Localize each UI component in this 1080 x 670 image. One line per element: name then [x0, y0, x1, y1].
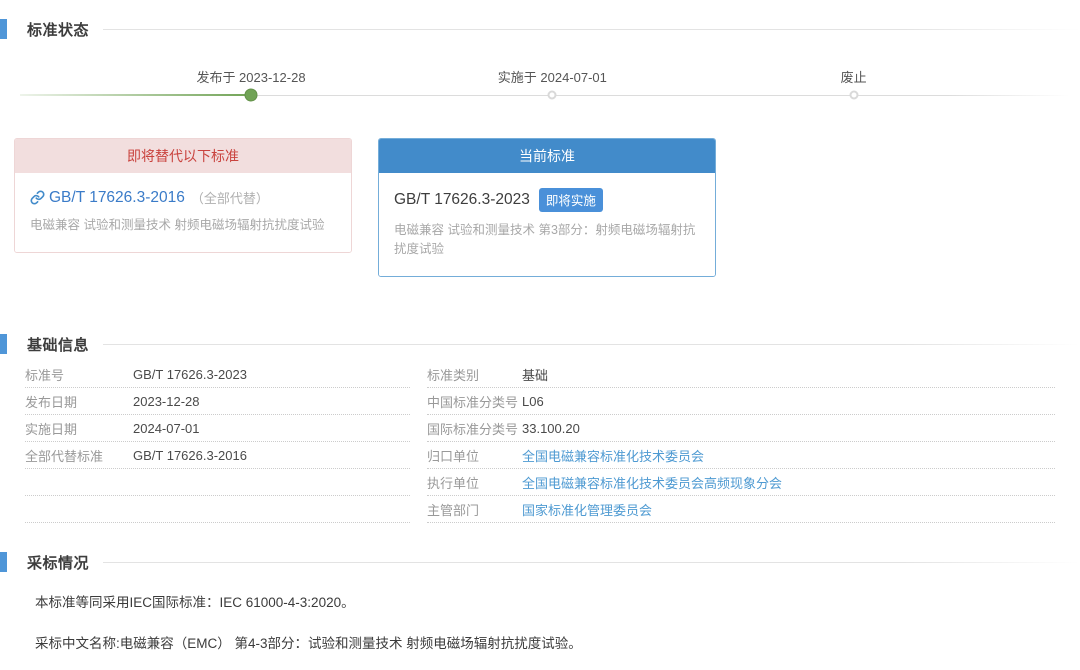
- info-label: 归口单位: [427, 446, 522, 465]
- info-row-empty: [25, 469, 410, 496]
- info-row: 标准号 GB/T 17626.3-2023: [25, 361, 410, 388]
- section-divider-line: [103, 344, 1080, 345]
- info-row: 中国标准分类号 L06: [427, 388, 1055, 415]
- info-value: 2024-07-01: [133, 421, 200, 436]
- basic-section-header: 基础信息: [0, 333, 1080, 355]
- section-divider-line: [103, 562, 1080, 563]
- section-divider-line: [103, 29, 1080, 30]
- info-row: 全部代替标准 GB/T 17626.3-2016: [25, 442, 410, 469]
- info-label: 全部代替标准: [25, 446, 133, 465]
- info-row: 国际标准分类号 33.100.20: [427, 415, 1055, 442]
- info-label: 主管部门: [427, 500, 522, 519]
- info-row: 标准类别 基础: [427, 361, 1055, 388]
- info-value: 33.100.20: [522, 421, 580, 436]
- info-label: 标准号: [25, 365, 133, 384]
- info-value: L06: [522, 394, 544, 409]
- timeline-dot-implemented: [548, 91, 557, 100]
- info-row: 实施日期 2024-07-01: [25, 415, 410, 442]
- adoption-statement: 本标准等同采用IEC国际标准：IEC 61000-4-3:2020。: [35, 591, 1080, 611]
- current-standard-name: 电磁兼容 试验和测量技术 第3部分：射频电磁场辐射抗扰度试验: [394, 221, 700, 259]
- info-value: 基础: [522, 365, 548, 384]
- current-standard-card: 当前标准 GB/T 17626.3-2023 即将实施 电磁兼容 试验和测量技术…: [378, 138, 716, 277]
- adoption-chinese-name: 采标中文名称:电磁兼容（EMC） 第4-3部分：试验和测量技术 射频电磁场辐射抗…: [35, 632, 1080, 652]
- current-standard-code: GB/T 17626.3-2023: [394, 191, 530, 209]
- info-value: GB/T 17626.3-2016: [133, 448, 247, 463]
- timeline-progress-segment: [20, 94, 251, 96]
- timeline-dot-published: [245, 89, 258, 102]
- timeline-track: [20, 94, 1070, 96]
- info-value: GB/T 17626.3-2023: [133, 367, 247, 382]
- org-link-executing-unit[interactable]: 全国电磁兼容标准化技术委员会高频现象分会: [522, 473, 782, 492]
- basic-info-right-column: 标准类别 基础 中国标准分类号 L06 国际标准分类号 33.100.20 归口…: [427, 361, 1055, 523]
- standard-status-timeline: 发布于 2023-12-28 实施于 2024-07-01 废止: [20, 64, 1070, 114]
- info-row: 发布日期 2023-12-28: [25, 388, 410, 415]
- timeline-remaining-segment: [251, 95, 1070, 97]
- timeline-label-abolished: 废止: [841, 67, 867, 86]
- replaced-card-body: GB/T 17626.3-2016 （全部代替） 电磁兼容 试验和测量技术 射频…: [15, 173, 351, 252]
- timeline-label-published: 发布于 2023-12-28: [196, 67, 305, 86]
- section-accent-bar: [0, 334, 7, 354]
- replace-note: （全部代替）: [191, 188, 269, 207]
- basic-info-left-column: 标准号 GB/T 17626.3-2023 发布日期 2023-12-28 实施…: [25, 361, 410, 523]
- status-badge: 即将实施: [539, 188, 603, 212]
- replaced-standard-card: 即将替代以下标准 GB/T 17626.3-2016 （全部代替） 电磁兼容 试…: [14, 138, 352, 253]
- org-link-supervising-department[interactable]: 国家标准化管理委员会: [522, 500, 652, 519]
- link-icon: [30, 190, 45, 205]
- current-card-body: GB/T 17626.3-2023 即将实施 电磁兼容 试验和测量技术 第3部分…: [379, 173, 715, 276]
- timeline-label-implemented: 实施于 2024-07-01: [498, 67, 607, 86]
- section-title-basic: 基础信息: [27, 334, 89, 355]
- info-row-empty: [25, 496, 410, 523]
- info-label: 执行单位: [427, 473, 522, 492]
- adoption-section-header: 采标情况: [0, 551, 1080, 573]
- info-row: 归口单位 全国电磁兼容标准化技术委员会: [427, 442, 1055, 469]
- info-row: 主管部门 国家标准化管理委员会: [427, 496, 1055, 523]
- info-label: 国际标准分类号: [427, 419, 522, 438]
- info-label: 中国标准分类号: [427, 392, 522, 411]
- timeline-dot-abolished: [849, 91, 858, 100]
- info-row: 执行单位 全国电磁兼容标准化技术委员会高频现象分会: [427, 469, 1055, 496]
- current-card-header: 当前标准: [379, 139, 715, 173]
- info-label: 发布日期: [25, 392, 133, 411]
- info-label: 标准类别: [427, 365, 522, 384]
- section-title-adoption: 采标情况: [27, 552, 89, 573]
- replaced-card-header: 即将替代以下标准: [15, 139, 351, 173]
- org-link-centralized-unit[interactable]: 全国电磁兼容标准化技术委员会: [522, 446, 704, 465]
- section-accent-bar: [0, 19, 7, 39]
- replaced-standard-name: 电磁兼容 试验和测量技术 射频电磁场辐射抗扰度试验: [30, 216, 336, 235]
- basic-info-table: 标准号 GB/T 17626.3-2023 发布日期 2023-12-28 实施…: [25, 361, 1055, 523]
- status-section-header: 标准状态: [0, 18, 1080, 40]
- section-title-status: 标准状态: [27, 19, 89, 40]
- replaced-standard-link[interactable]: GB/T 17626.3-2016: [49, 189, 185, 207]
- info-value: 2023-12-28: [133, 394, 200, 409]
- info-label: 实施日期: [25, 419, 133, 438]
- section-accent-bar: [0, 552, 7, 572]
- standard-cards: 即将替代以下标准 GB/T 17626.3-2016 （全部代替） 电磁兼容 试…: [14, 138, 1080, 277]
